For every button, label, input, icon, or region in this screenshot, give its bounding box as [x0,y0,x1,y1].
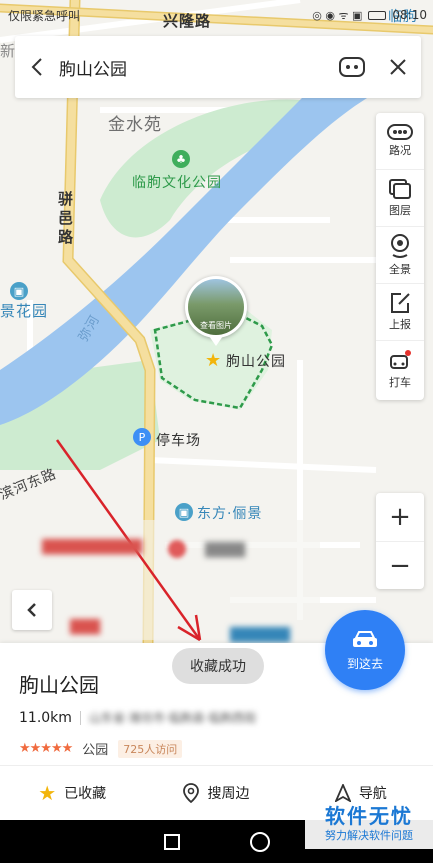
report-icon [391,293,410,313]
park-star-marker-icon: ★ [205,350,222,371]
status-emergency-text: 仅限紧急呼叫 [8,8,81,23]
map-label-jinghuayuan: 景花园 [0,302,49,320]
status-bar: 仅限紧急呼叫 ◎ ◉ ᯤ ▣ 08:10 [0,0,433,30]
tool-panorama[interactable]: 全景 [376,227,424,284]
photo-caption: 查看图片 [200,321,232,330]
chevron-left-icon [27,603,36,617]
location-pin-icon [183,783,200,803]
status-icons: ◎ ◉ ᯤ ▣ [312,8,363,22]
tool-report[interactable]: 上报 [376,284,424,341]
photo-marker[interactable]: 查看图片 [185,276,247,348]
search-nearby-button[interactable]: 搜周边 [144,783,288,803]
navigation-button[interactable]: 导航 [289,783,433,803]
watermark-main: 软件无忧 [325,804,413,828]
collapse-button[interactable] [12,590,52,630]
residential-poi-icon: ▣ [10,282,28,300]
go-here-label: 到这去 [346,656,383,671]
close-button[interactable] [375,36,421,98]
park-poi-icon: ♣ [172,150,190,168]
map-label-park-name: 朐山公园 [226,354,286,370]
zoom-out-button[interactable]: − [376,541,424,589]
back-button[interactable] [15,36,59,98]
tool-label: 上报 [389,318,411,331]
navigation-label: 导航 [358,786,387,802]
map-label-dongfang-liyjing: 东方·俪景 [197,506,263,522]
map-label-culture-park: 临朐文化公园 [132,175,222,191]
blurred-poi-icon [168,540,186,558]
navigation-icon [334,784,351,802]
tool-layers[interactable]: 图层 [376,170,424,227]
park-photo-thumbnail: 查看图片 [188,279,244,335]
search-title[interactable]: 朐山公园 [59,55,329,80]
map-label-yiyi-road: 骈邑路 [58,190,75,246]
status-time: 08:10 [392,8,427,22]
map-toolbar: 路况 图层 全景 上报 打车 [376,113,424,400]
zoom-controls: + − [376,493,424,589]
divider [79,710,81,725]
zoom-in-button[interactable]: + [376,493,424,541]
car-icon [353,630,377,647]
star-icon: ★ [38,781,57,805]
blurred-poi-2: ████ [205,543,245,558]
tool-label: 图层 [389,204,411,217]
tool-taxi[interactable]: 打车 [376,341,424,398]
robot-icon [339,57,365,77]
battery-icon [368,10,387,20]
favorited-label: 已收藏 [64,786,107,802]
tool-label: 路况 [389,144,411,157]
visit-count-badge: 725人访问 [118,739,183,758]
chevron-left-icon [31,58,42,76]
taxi-icon [390,349,411,369]
blurred-poi-3: ███ [70,620,100,635]
traffic-icon [387,124,413,140]
blurred-poi-4: ██████ [230,628,290,643]
watermark: 软件无忧 努力解决软件问题 [305,803,433,849]
close-icon [390,59,406,75]
tool-label: 全景 [389,263,411,276]
map-label-xin: 新 [0,42,17,60]
panorama-icon [391,234,409,258]
search-nearby-label: 搜周边 [207,786,250,802]
favorited-button[interactable]: ★ 已收藏 [0,781,144,805]
map-label-jinshuiyuan: 金水苑 [108,115,162,135]
rating-stars: ★★★★★ [19,741,73,756]
place-category: 公园 [82,743,109,758]
residential-poi-icon-2: ▣ [175,503,193,521]
recents-button[interactable] [163,833,180,850]
search-bar[interactable]: 朐山公园 [15,36,421,98]
rating-row: ★★★★★ 公园 725人访问 [19,739,183,758]
toast-message: 收藏成功 [172,648,264,684]
go-here-button[interactable]: 到这去 [325,610,405,690]
home-button[interactable] [249,831,270,852]
watermark-sub: 努力解决软件问题 [325,829,413,842]
voice-assistant-button[interactable] [329,36,375,98]
place-name: 朐山公园 [19,673,99,697]
place-distance: 11.0km [19,709,72,726]
place-address: 山东省·潍坊市·临朐县·临朐西街 [88,711,257,725]
tool-label: 打车 [389,375,411,389]
map-label-parking: 停车场 [156,433,201,449]
distance-row: 11.0km 山东省·潍坊市·临朐县·临朐西街 [19,709,256,726]
parking-poi-icon: P [133,428,151,446]
layers-icon [389,179,411,199]
tool-traffic[interactable]: 路况 [376,113,424,170]
blurred-poi-1: ██████████ [42,540,142,555]
